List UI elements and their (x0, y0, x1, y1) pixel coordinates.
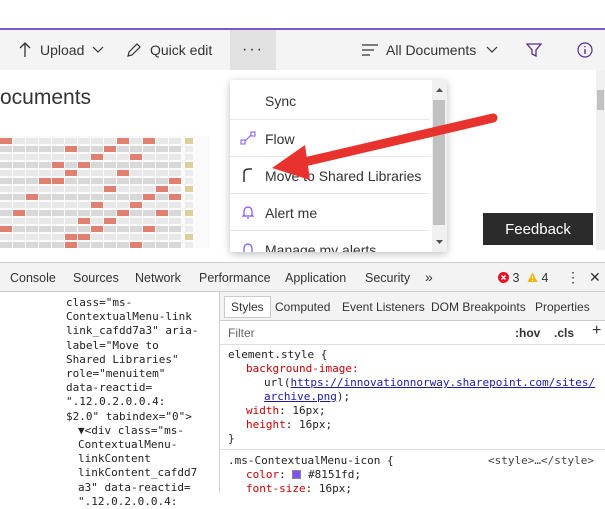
dom-line[interactable]: $2.0" tabindex="0"> (66, 410, 192, 424)
dom-line[interactable]: class="ms- (66, 296, 132, 310)
rule-separator (220, 449, 605, 450)
devtools-tabbar: Console Sources Network Performance Appl… (0, 262, 605, 292)
css-property: width (246, 404, 280, 417)
css-value: 16px; (299, 418, 333, 431)
dom-line[interactable]: ▼<div class="ms- (78, 424, 184, 438)
cls-toggle[interactable]: .cls (554, 326, 574, 340)
css-property: font-size (246, 482, 306, 495)
warning-icon (527, 272, 538, 282)
tab-event-listeners[interactable]: Event Listeners (342, 300, 425, 314)
dom-line[interactable]: linkContent_cafdd7 (78, 466, 197, 480)
new-rule-button[interactable]: + (592, 322, 601, 340)
css-value: archive.png); (264, 390, 351, 403)
css-property: color (246, 468, 280, 481)
warning-counter[interactable]: 4 (527, 271, 548, 285)
annotation-arrow (272, 113, 498, 180)
sharepoint-page: Upload Quick edit ··· All Documents ocum… (0, 0, 605, 262)
devtools-close-button[interactable]: ✕ (589, 269, 601, 286)
tab-sources[interactable]: Sources (73, 271, 119, 285)
css-value: #8151fd; (308, 468, 361, 481)
css-value: url(https://innovationnorway.sharepoint.… (264, 376, 596, 389)
dom-line[interactable]: ContextualMenu- (78, 438, 177, 452)
styles-filter-bar: Filter :hov .cls + (220, 321, 605, 345)
dom-line[interactable]: ".12.0.2.0.0.4: (78, 495, 177, 509)
dom-line[interactable]: label="Move to (66, 339, 159, 353)
dom-line[interactable]: ".12.0.2.0.0.4: (66, 395, 165, 409)
filter-input[interactable]: Filter (228, 326, 255, 340)
error-count: 3 (512, 271, 520, 285)
tab-security[interactable]: Security (365, 271, 410, 285)
tab-network[interactable]: Network (135, 271, 181, 285)
styles-pane: element.style { background-image: url(ht… (220, 345, 605, 495)
dom-line[interactable]: role="menuitem" (66, 367, 165, 381)
rule-close: } (228, 432, 235, 445)
hov-toggle[interactable]: :hov (515, 326, 540, 340)
warning-count: 4 (541, 271, 549, 285)
elements-dom-tree[interactable]: class="ms- ContextualMenu-link link_cafdd7… (0, 292, 208, 508)
image-url-link[interactable]: https://innovationnorway.sharepoint.com/… (291, 376, 596, 389)
dom-line[interactable]: linkContent (78, 452, 151, 466)
dom-line[interactable]: ContextualMenu-link (66, 310, 192, 324)
css-value: 16px; (292, 404, 326, 417)
image-url-link[interactable]: archive.png (264, 390, 337, 403)
css-property: background-image: (246, 362, 359, 375)
tab-application[interactable]: Application (285, 271, 346, 285)
css-value: 16px; (318, 482, 352, 495)
tab-dom-breakpoints[interactable]: DOM Breakpoints (431, 300, 526, 314)
error-counter[interactable]: 3 (498, 271, 519, 285)
dom-line[interactable]: link_cafdd7a3" aria- (66, 324, 198, 338)
devtools-menu-button[interactable]: ⋮ (566, 269, 580, 286)
dom-line[interactable]: a3" data-reactid= (78, 481, 191, 495)
dom-line[interactable]: data-reactid= (66, 381, 152, 395)
css-selector: .ms-ContextualMenu-icon { (228, 454, 394, 467)
color-swatch[interactable] (292, 470, 302, 479)
more-tabs-button[interactable]: » (425, 269, 433, 285)
tab-performance[interactable]: Performance (199, 271, 271, 285)
css-property: height (246, 418, 286, 431)
error-icon (498, 272, 509, 283)
tab-console[interactable]: Console (10, 271, 56, 285)
tab-styles[interactable]: Styles (224, 296, 271, 318)
element-style-selector: element.style { (228, 348, 328, 361)
tab-computed[interactable]: Computed (275, 300, 330, 314)
tab-properties[interactable]: Properties (535, 300, 590, 314)
styles-tabbar: Styles Computed Event Listeners DOM Brea… (220, 292, 605, 321)
style-source-link[interactable]: <style>…</style> (488, 454, 594, 468)
dom-line[interactable]: Shared Libraries" (66, 353, 179, 367)
